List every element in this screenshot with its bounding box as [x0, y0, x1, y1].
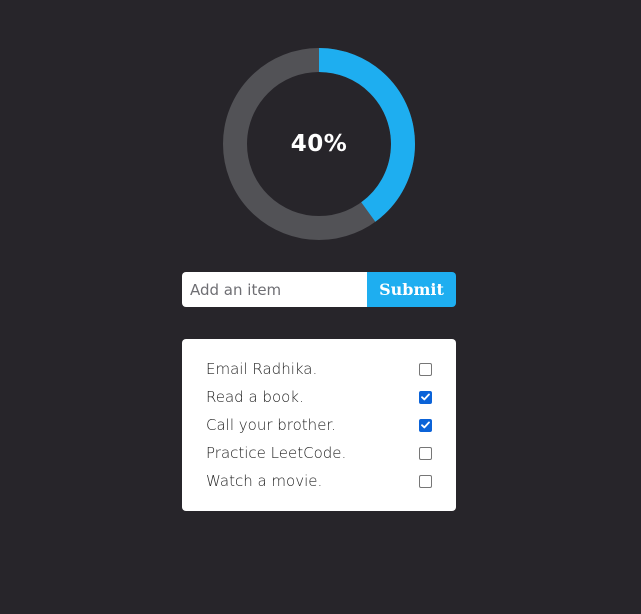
- todo-item-checkbox[interactable]: [419, 362, 432, 376]
- todo-item-checkbox[interactable]: [419, 446, 432, 460]
- add-item-form: Submit: [182, 272, 456, 307]
- todo-item: Read a book.: [206, 383, 432, 411]
- todo-item-checkbox[interactable]: [419, 390, 432, 404]
- todo-item-checkbox[interactable]: [419, 474, 432, 488]
- todo-list: Email Radhika. Read a book. Call your br…: [206, 355, 432, 495]
- todo-item: Watch a movie.: [206, 467, 432, 495]
- todo-item-text: Watch a movie.: [206, 472, 323, 490]
- todo-item: Practice LeetCode.: [206, 439, 432, 467]
- add-item-input[interactable]: [182, 272, 367, 307]
- todo-item-text: Call your brother.: [206, 416, 336, 434]
- progress-ring: 40%: [222, 47, 416, 241]
- todo-item-checkbox[interactable]: [419, 418, 432, 432]
- check-mark-icon: [421, 393, 430, 401]
- submit-button[interactable]: Submit: [367, 272, 456, 307]
- check-mark-icon: [421, 421, 430, 429]
- todo-list-card: Email Radhika. Read a book. Call your br…: [182, 339, 456, 511]
- todo-item: Email Radhika.: [206, 355, 432, 383]
- todo-item: Call your brother.: [206, 411, 432, 439]
- todo-item-text: Email Radhika.: [206, 360, 318, 378]
- progress-percent-label: 40%: [290, 131, 348, 157]
- todo-item-text: Practice LeetCode.: [206, 444, 347, 462]
- todo-item-text: Read a book.: [206, 388, 304, 406]
